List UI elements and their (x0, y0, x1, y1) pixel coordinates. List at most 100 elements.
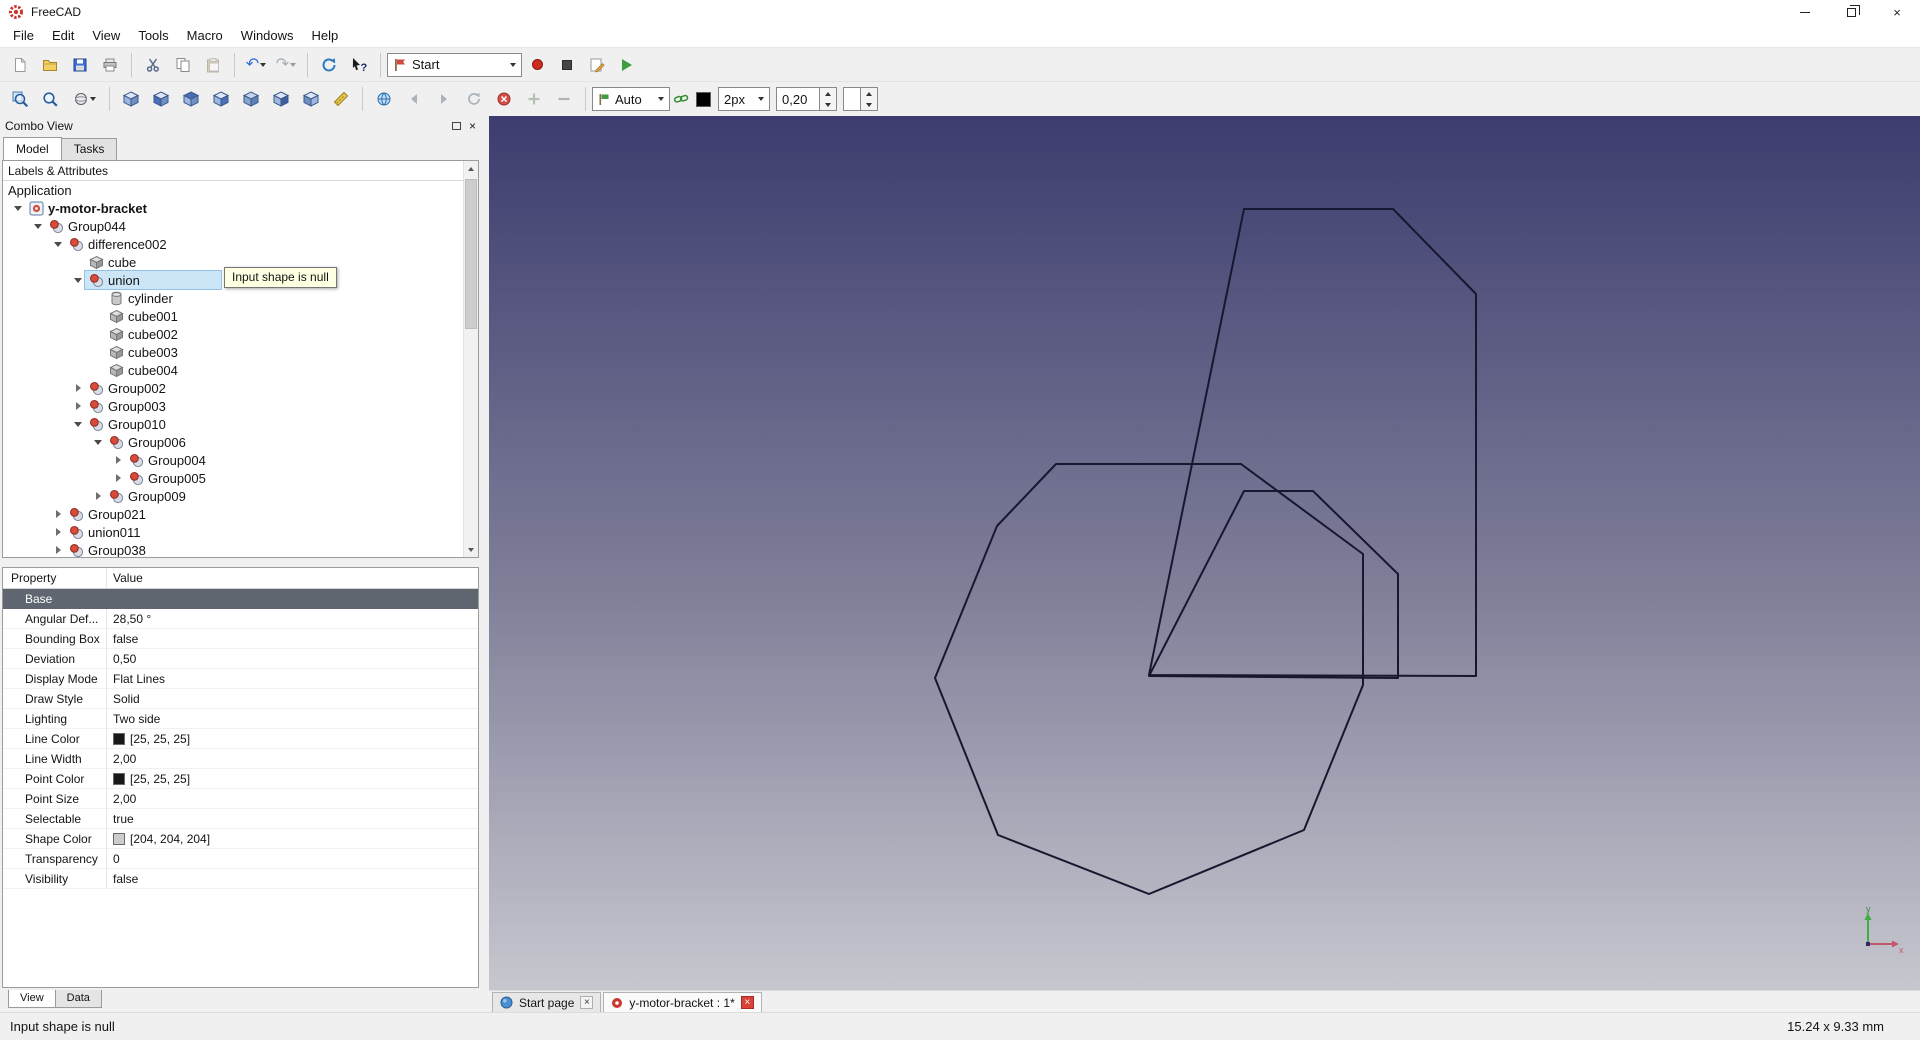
tab-tasks[interactable]: Tasks (60, 138, 118, 160)
tree-item-content[interactable]: Group044 (45, 217, 130, 235)
property-value[interactable]: 2,00 (107, 789, 478, 808)
tree-item-union011[interactable]: union011 (3, 523, 478, 541)
refresh-button[interactable] (314, 51, 344, 79)
property-row-visibility[interactable]: Visibility false (3, 869, 478, 889)
tree-item-cube002[interactable]: cube002 (3, 325, 478, 343)
3d-viewport[interactable]: y x (489, 116, 1920, 990)
property-value[interactable]: [204, 204, 204] (107, 829, 478, 848)
whatsthis-button[interactable]: ? (344, 51, 374, 79)
menu-file[interactable]: File (4, 25, 43, 46)
zoom-out-button[interactable] (549, 85, 579, 113)
expander-open-icon[interactable] (71, 273, 85, 287)
web-home-button[interactable] (369, 85, 399, 113)
expander-open-icon[interactable] (91, 435, 105, 449)
tab-document-y-motor-bracket[interactable]: y-motor-bracket : 1* × (603, 992, 762, 1012)
property-value[interactable]: Solid (107, 689, 478, 708)
restore-button[interactable] (1828, 0, 1874, 24)
expander-closed-icon[interactable] (51, 507, 65, 521)
scroll-down-button[interactable] (464, 542, 478, 557)
tree-item-Group006[interactable]: Group006 (3, 433, 478, 451)
property-row-shape-color[interactable]: Shape Color [204, 204, 204] (3, 829, 478, 849)
tree-item-content[interactable]: Group038 (65, 541, 150, 557)
property-row-selectable[interactable]: Selectable true (3, 809, 478, 829)
tree-item-Group038[interactable]: Group038 (3, 541, 478, 557)
tree-item-content[interactable]: cube003 (105, 343, 182, 361)
tree-item-Group009[interactable]: Group009 (3, 487, 478, 505)
tree-item-content[interactable]: cylinder (105, 289, 177, 307)
tree-item-content[interactable]: cube002 (105, 325, 182, 343)
close-tab-icon[interactable]: × (580, 996, 594, 1009)
tree-item-content[interactable]: Group006 (105, 433, 190, 451)
expander-closed-icon[interactable] (71, 399, 85, 413)
macro-play-button[interactable] (612, 51, 642, 79)
menu-windows[interactable]: Windows (232, 25, 303, 46)
link-button[interactable] (670, 85, 692, 113)
tree-item-content[interactable]: union011 (65, 523, 145, 541)
scroll-up-button[interactable] (464, 161, 478, 176)
expander-closed-icon[interactable] (91, 489, 105, 503)
spinbox-steppers[interactable] (861, 87, 878, 111)
property-value[interactable]: [25, 25, 25] (107, 769, 478, 788)
spinbox-value[interactable] (843, 87, 861, 111)
expander-open-icon[interactable] (71, 417, 85, 431)
expander-closed-icon[interactable] (51, 525, 65, 539)
property-row-angular-def-[interactable]: Angular Def... 28,50 ° (3, 609, 478, 629)
tree-item-Group004[interactable]: Group004 (3, 451, 478, 469)
tree-item-content[interactable]: cube001 (105, 307, 182, 325)
menu-help[interactable]: Help (303, 25, 348, 46)
property-value[interactable]: false (107, 869, 478, 888)
tab-model[interactable]: Model (3, 137, 62, 160)
property-group-base[interactable]: Base (3, 589, 478, 609)
line-width-selector[interactable]: 2px (718, 87, 770, 111)
deviation-spinbox[interactable]: 0,20 (776, 87, 837, 111)
measure-distance-button[interactable] (326, 85, 356, 113)
menu-view[interactable]: View (83, 25, 129, 46)
close-button[interactable]: × (1874, 0, 1920, 24)
property-value[interactable]: Flat Lines (107, 669, 478, 688)
view-bottom-button[interactable] (266, 85, 296, 113)
tab-data[interactable]: Data (54, 990, 102, 1008)
spinbox-steppers[interactable] (820, 87, 837, 111)
tree-item-content[interactable]: Group004 (125, 451, 210, 469)
paste-button[interactable] (198, 51, 228, 79)
tree-item-content[interactable]: Group003 (85, 397, 170, 415)
fit-selection-button[interactable] (35, 85, 65, 113)
macro-edit-button[interactable] (582, 51, 612, 79)
menu-tools[interactable]: Tools (129, 25, 177, 46)
close-tab-icon[interactable]: × (740, 996, 754, 1009)
view-front-button[interactable] (146, 85, 176, 113)
print-button[interactable] (95, 51, 125, 79)
line-color-button[interactable] (692, 85, 714, 113)
wireframe-geometry[interactable] (489, 116, 1920, 990)
menu-macro[interactable]: Macro (178, 25, 232, 46)
nav-back-button[interactable] (399, 85, 429, 113)
property-value[interactable]: Two side (107, 709, 478, 728)
spinbox-value[interactable]: 0,20 (776, 87, 820, 111)
close-panel-button[interactable]: × (469, 120, 476, 132)
expander-closed-icon[interactable] (111, 453, 125, 467)
expander-open-icon[interactable] (51, 237, 65, 251)
secondary-spinbox[interactable] (843, 87, 878, 111)
property-value[interactable]: 0,50 (107, 649, 478, 668)
expander-closed-icon[interactable] (71, 381, 85, 395)
tree-item-content[interactable]: Group021 (65, 505, 150, 523)
zoom-in-button[interactable] (519, 85, 549, 113)
expander-open-icon[interactable] (11, 201, 25, 215)
open-file-button[interactable] (35, 51, 65, 79)
view-left-button[interactable] (296, 85, 326, 113)
expander-open-icon[interactable] (31, 219, 45, 233)
property-value[interactable]: false (107, 629, 478, 648)
property-value[interactable]: [25, 25, 25] (107, 729, 478, 748)
save-button[interactable] (65, 51, 95, 79)
fit-all-button[interactable] (5, 85, 35, 113)
new-file-button[interactable] (5, 51, 35, 79)
scrollbar-thumb[interactable] (465, 179, 477, 329)
tree-item-y-motor-bracket[interactable]: y-motor-bracket (3, 199, 478, 217)
property-row-deviation[interactable]: Deviation 0,50 (3, 649, 478, 669)
float-panel-button[interactable] (451, 122, 461, 130)
tree-item-content[interactable]: Group002 (85, 379, 170, 397)
view-top-button[interactable] (176, 85, 206, 113)
undo-button[interactable]: ↶ (241, 51, 271, 79)
tree-item-content[interactable]: cube (85, 253, 140, 271)
wireframe-shape-small[interactable] (1148, 490, 1399, 679)
